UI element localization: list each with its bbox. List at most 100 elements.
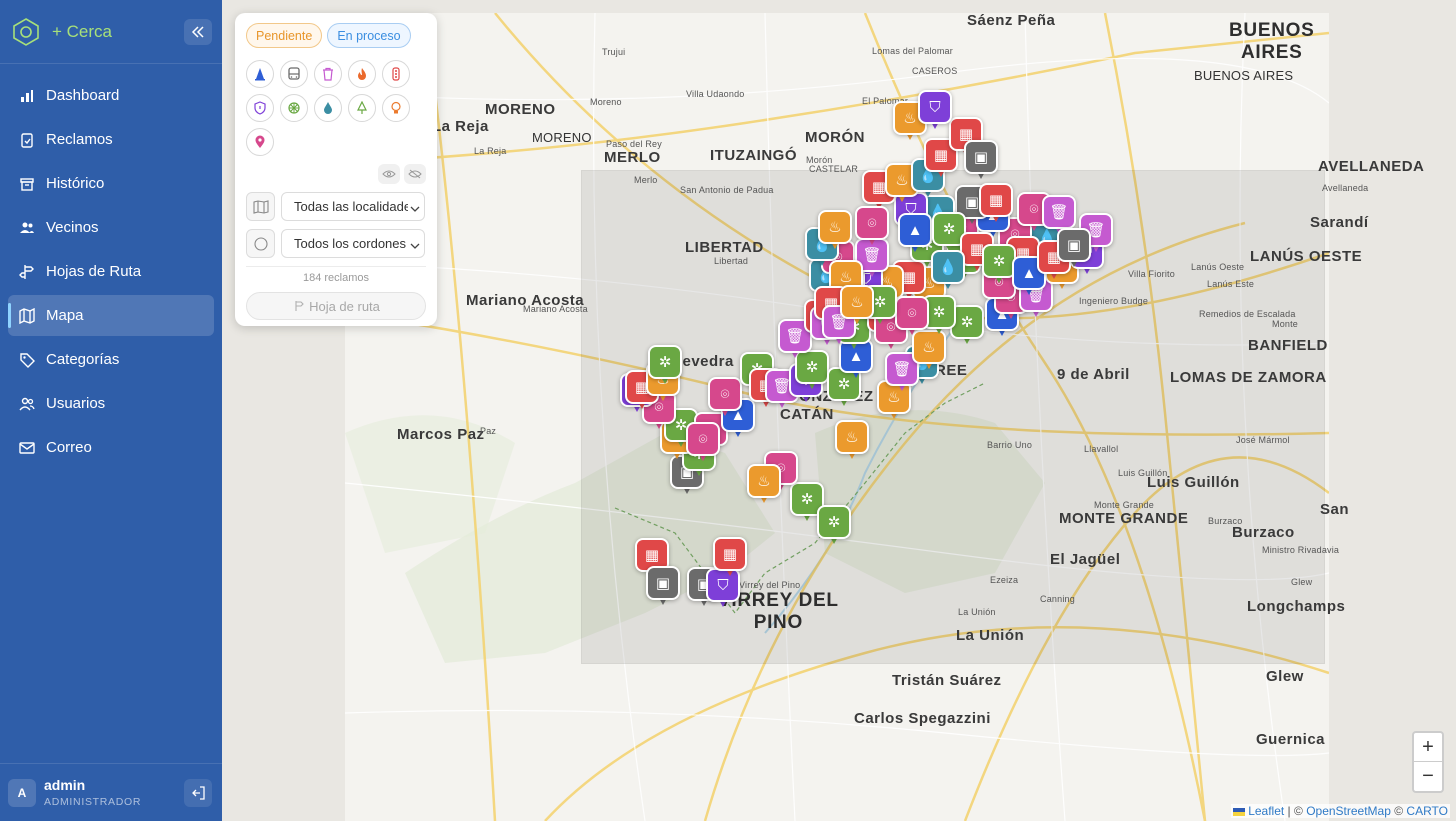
- marker-icon: ♨: [835, 420, 869, 454]
- reclamo-marker[interactable]: ✲: [982, 244, 1016, 284]
- category-fire[interactable]: [348, 60, 376, 88]
- show-all-button[interactable]: [378, 164, 400, 184]
- nav-item-mapa[interactable]: Mapa: [8, 295, 214, 336]
- cordon-select-value: Todos los cordones: [294, 236, 407, 251]
- chevron-down-icon: [408, 201, 420, 216]
- reclamo-marker[interactable]: ⌾: [895, 296, 929, 336]
- category-traffic-light[interactable]: [382, 60, 410, 88]
- reclamo-marker[interactable]: ♨: [912, 330, 946, 370]
- place-label: MERLO: [604, 149, 661, 166]
- place-label: Lomas del Palomar: [872, 46, 953, 56]
- chevron-down-icon: [408, 238, 420, 253]
- collapse-sidebar-button[interactable]: [184, 19, 212, 45]
- reclamo-marker[interactable]: ♨: [840, 285, 874, 325]
- category-water[interactable]: [314, 94, 342, 122]
- place-label: CASEROS: [912, 66, 958, 76]
- fire-icon: [358, 68, 366, 80]
- hoja-de-ruta-label: Hoja de ruta: [309, 298, 380, 314]
- place-label: MONTE GRANDE: [1059, 510, 1189, 527]
- place-label: Sarandí: [1310, 214, 1369, 231]
- marker-icon: ♨: [747, 464, 781, 498]
- marker-icon: ⌾: [686, 422, 720, 456]
- nav-item-correo[interactable]: Correo: [8, 427, 214, 468]
- reclamo-marker[interactable]: ▣: [1057, 228, 1091, 268]
- sidebar: + Cerca Dashboard Reclamos Histórico Vec…: [0, 0, 222, 821]
- carto-link[interactable]: CARTO: [1406, 804, 1448, 818]
- place-label: LANÚS OESTE: [1250, 248, 1363, 265]
- place-label: La Reja: [432, 118, 489, 135]
- place-label: El Jagüel: [1050, 551, 1121, 568]
- chip-en-proceso[interactable]: En proceso: [327, 23, 411, 48]
- nav-item-dashboard[interactable]: Dashboard: [8, 75, 214, 116]
- place-label: Glew: [1266, 668, 1304, 685]
- nav-item-vecinos[interactable]: Vecinos: [8, 207, 214, 248]
- osm-link[interactable]: OpenStreetMap: [1306, 804, 1391, 818]
- hide-all-button[interactable]: [404, 164, 426, 184]
- category-trash[interactable]: [314, 60, 342, 88]
- marker-icon: ▦: [979, 183, 1013, 217]
- place-label: José Mármol: [1236, 435, 1290, 445]
- place-label: Luis Guillón: [1118, 468, 1168, 478]
- reclamo-marker[interactable]: ⌾: [855, 206, 889, 246]
- place-label: BANFIELD: [1248, 337, 1328, 354]
- category-bus[interactable]: [280, 60, 308, 88]
- nav-label: Categorías: [46, 351, 120, 368]
- divider: [246, 266, 426, 267]
- reclamo-marker[interactable]: ⛉: [918, 90, 952, 130]
- reclamo-marker[interactable]: ▣: [646, 566, 680, 606]
- reclamo-marker[interactable]: ▦: [979, 183, 1013, 223]
- leaflet-link[interactable]: Leaflet: [1248, 804, 1284, 818]
- reclamo-marker[interactable]: ▲: [898, 213, 932, 253]
- reclamo-marker[interactable]: ♨: [818, 210, 852, 250]
- brand: + Cerca: [0, 0, 222, 64]
- reclamo-marker[interactable]: ♨: [835, 420, 869, 460]
- category-pin[interactable]: [246, 128, 274, 156]
- nav-item-historico[interactable]: Histórico: [8, 163, 214, 204]
- category-cone[interactable]: [246, 60, 274, 88]
- zoom-in-button[interactable]: +: [1414, 733, 1442, 762]
- reclamo-marker[interactable]: ✲: [817, 505, 851, 545]
- logout-button[interactable]: [184, 779, 212, 807]
- nav-label: Hojas de Ruta: [46, 263, 142, 280]
- nav-item-hojas-de-ruta[interactable]: Hojas de Ruta: [8, 251, 214, 292]
- place-label: Merlo: [634, 175, 658, 185]
- place-label: CASTELAR: [809, 164, 859, 174]
- marker-icon: 💧: [931, 250, 965, 284]
- reclamo-marker[interactable]: ▣: [964, 140, 998, 180]
- nav-item-categorias[interactable]: Categorías: [8, 339, 214, 380]
- place-label: La Unión: [956, 627, 1025, 644]
- user-box: A admin ADMINISTRADOR: [0, 763, 222, 821]
- place-label: Avellaneda: [1322, 183, 1369, 193]
- main-nav: Dashboard Reclamos Histórico Vecinos Hoj…: [0, 64, 222, 468]
- marker-icon: ▣: [1057, 228, 1091, 262]
- hoja-de-ruta-button[interactable]: Hoja de ruta: [246, 292, 426, 320]
- reclamo-marker[interactable]: ♨: [747, 464, 781, 504]
- category-tree-wheel[interactable]: [280, 94, 308, 122]
- user-name: admin: [44, 777, 86, 793]
- zoom-out-button[interactable]: −: [1414, 762, 1442, 791]
- locality-select[interactable]: Todas las localidades: [281, 192, 425, 221]
- reclamo-marker[interactable]: 💧: [931, 250, 965, 290]
- reclamo-marker[interactable]: ✲: [648, 345, 682, 385]
- reclamo-marker[interactable]: ⌾: [686, 422, 720, 462]
- place-label: Virrey del Pino: [739, 580, 801, 590]
- reclamo-marker[interactable]: ▦: [713, 537, 747, 577]
- category-lightbulb[interactable]: [382, 94, 410, 122]
- place-label: Barrio Uno: [987, 440, 1033, 450]
- clipboard-icon: [18, 131, 36, 149]
- place-label: Remedios de Escalada: [1199, 309, 1296, 319]
- archive-icon: [18, 175, 36, 193]
- nav-item-usuarios[interactable]: Usuarios: [8, 383, 214, 424]
- place-label: LIBERTAD: [685, 239, 764, 256]
- place-label: La Unión: [958, 607, 996, 617]
- category-shield[interactable]: [246, 94, 274, 122]
- reclamo-marker[interactable]: ⌾: [708, 377, 742, 417]
- route-icon: [18, 263, 36, 281]
- category-tree[interactable]: [348, 94, 376, 122]
- cordon-select[interactable]: Todos los cordones: [281, 229, 425, 258]
- marker-icon: ▦: [713, 537, 747, 571]
- chip-pendiente[interactable]: Pendiente: [246, 23, 323, 48]
- nav-item-reclamos[interactable]: Reclamos: [8, 119, 214, 160]
- marker-icon: ▣: [964, 140, 998, 174]
- double-chevron-left-icon: [191, 26, 204, 38]
